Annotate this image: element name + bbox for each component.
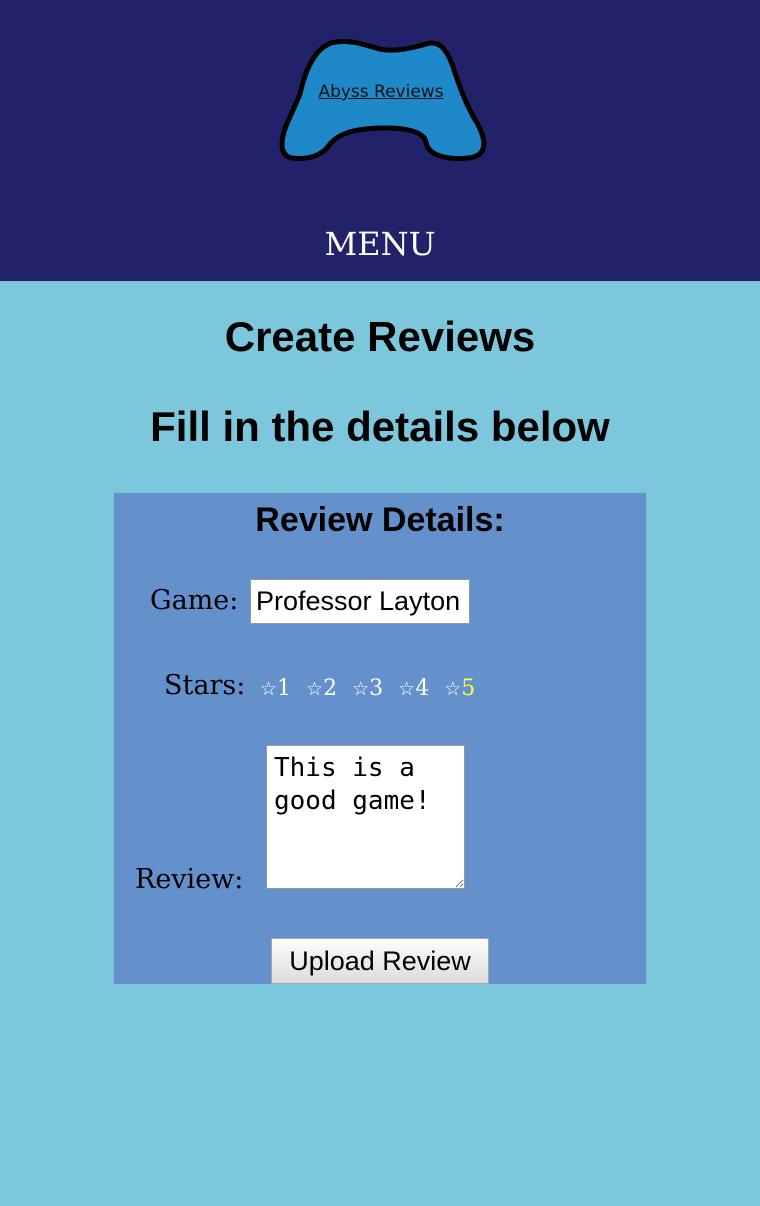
star-number: 4 [415,676,430,701]
star-number: 1 [277,676,292,701]
game-input[interactable] [250,579,470,624]
page-title: Create Reviews [224,313,536,360]
logo-text[interactable]: Abyss Reviews [278,82,484,102]
review-details-panel: Review Details: Game: Stars: ☆1 ☆2 ☆3 ☆4… [114,493,646,984]
star-icon: ☆ [398,678,416,700]
upload-review-button[interactable]: Upload Review [271,938,489,984]
star-rating: ☆1 ☆2 ☆3 ☆4 ☆5 [260,674,483,704]
star-rating-option[interactable]: ☆4 [398,674,429,704]
review-textarea[interactable]: This is a good game! [266,745,465,889]
review-label: Review: [135,864,244,895]
game-label: Game: [150,585,239,616]
star-icon: ☆ [444,678,462,700]
star-number: 3 [369,676,384,701]
star-rating-option[interactable]: ☆2 [306,674,337,704]
stars-label: Stars: [164,670,246,701]
star-number: 2 [323,676,338,701]
page-subtitle: Fill in the details below [150,403,610,450]
star-rating-option[interactable]: ☆3 [352,674,383,704]
star-icon: ☆ [306,678,324,700]
logo[interactable]: Abyss Reviews [278,36,490,166]
star-number: 5 [461,676,476,701]
star-icon: ☆ [260,678,278,700]
star-rating-option[interactable]: ☆5 [444,674,475,704]
site-header: Abyss Reviews MENU [0,0,760,281]
menu-button[interactable]: MENU [0,225,760,263]
star-rating-option[interactable]: ☆1 [260,674,291,704]
star-icon: ☆ [352,678,370,700]
panel-title: Review Details: [255,501,505,539]
